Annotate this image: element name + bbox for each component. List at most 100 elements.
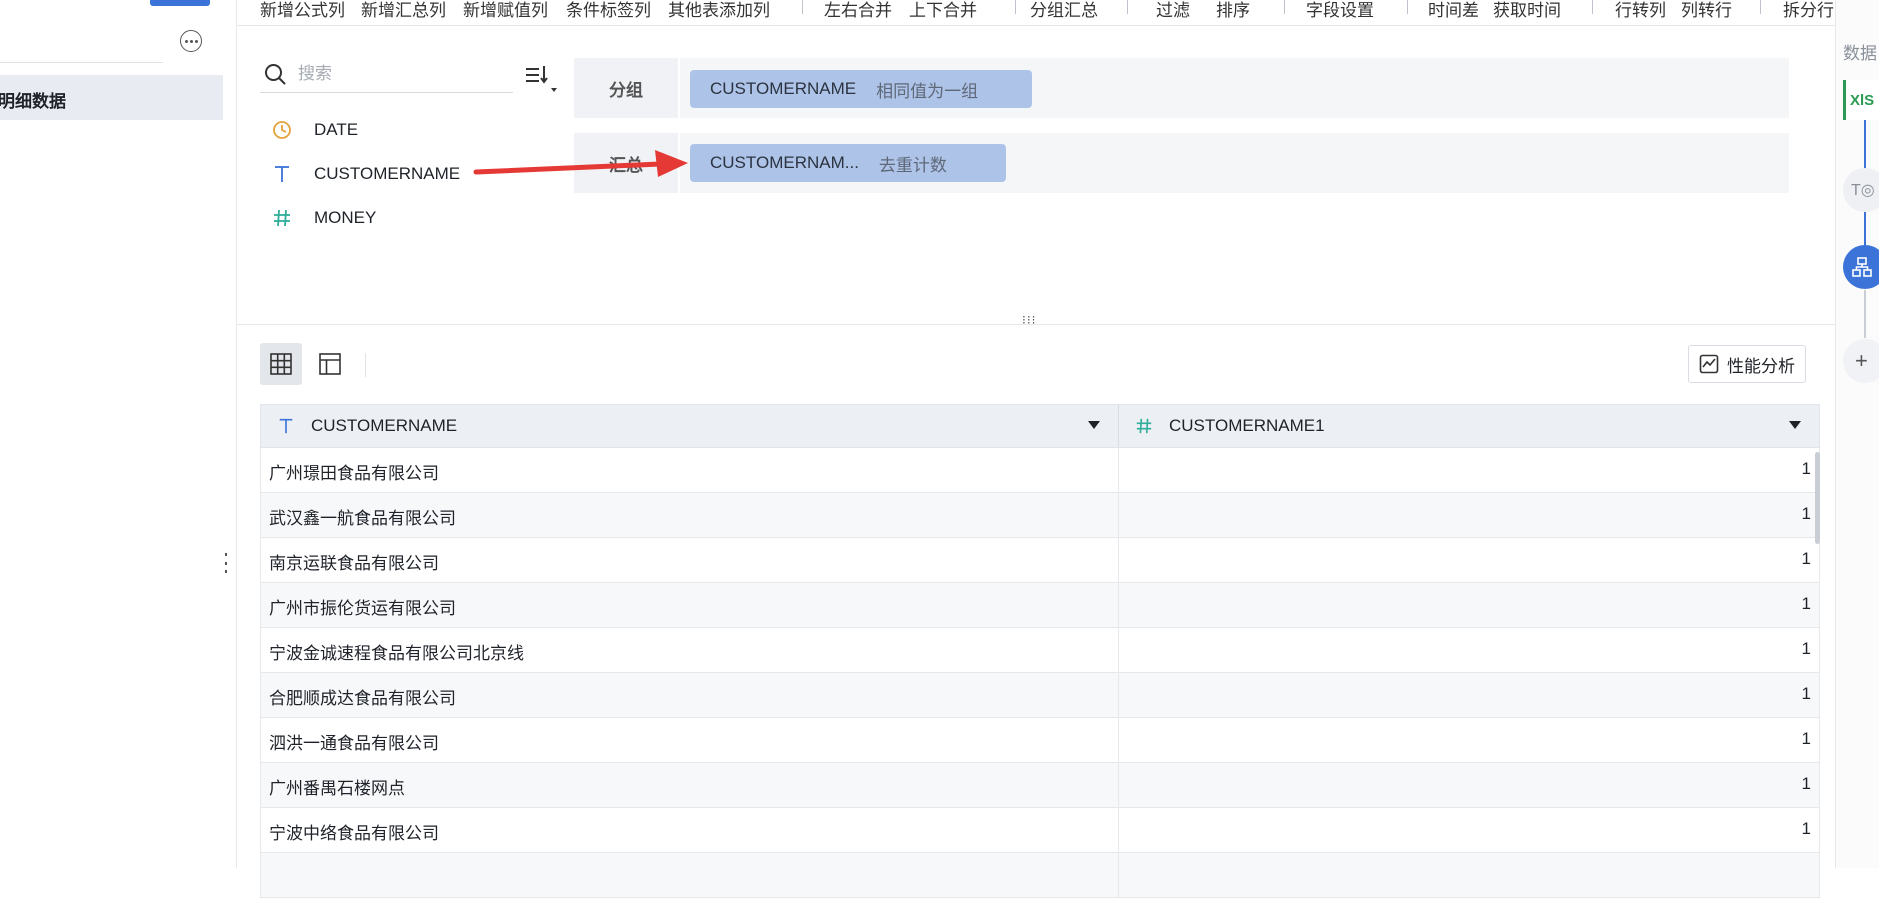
grid-view-button[interactable] (260, 343, 302, 385)
column-header-customername[interactable]: CUSTOMERNAME (261, 405, 1118, 447)
table-scrollbar[interactable] (1815, 452, 1820, 544)
toolbar-split-rows-columns[interactable]: 拆分行列 (1783, 0, 1835, 21)
view-toggle-separator (365, 353, 366, 377)
performance-analysis-label: 性能分析 (1727, 356, 1795, 376)
performance-chart-icon (1699, 354, 1719, 374)
sidebar-item-label: 明细数据 (0, 92, 66, 111)
cell-customername: 广州市振伦货运有限公司 (269, 599, 456, 618)
summary-config-row: 汇总 CUSTOMERNAM... 去重计数 (574, 133, 1789, 193)
group-label: 分组 (574, 58, 680, 118)
toolbar-row-to-column[interactable]: 行转列 (1615, 0, 1666, 21)
toolbar-filter[interactable]: 过滤 (1156, 0, 1190, 21)
panel-splitter[interactable] (237, 324, 1835, 325)
left-sidebar (0, 0, 237, 868)
layout-view-button[interactable] (309, 343, 351, 385)
splitter-drag-handle[interactable]: ⁝⁝⁝ (1022, 314, 1036, 326)
table-header: CUSTOMERNAME CUSTOMERNAME1 (260, 404, 1820, 448)
table-row: 宁波金诚速程食品有限公司北京线 1 (260, 628, 1820, 673)
cell-customername: 武汉鑫一航食品有限公司 (269, 509, 456, 528)
toolbar-separator (1407, 0, 1408, 14)
column-dropdown-icon[interactable] (1088, 421, 1100, 429)
summary-field-desc: 去重计数 (878, 155, 947, 175)
grid-view-icon (270, 353, 292, 375)
sidebar-resize-handle[interactable] (224, 553, 228, 573)
cell-customername1: 1 (1801, 504, 1811, 523)
summary-field-name: CUSTOMERNAM... (710, 153, 859, 172)
top-toolbar: 新增公式列 新增汇总列 新增赋值列 条件标签列 其他表添加列 左右合并 上下合并… (237, 0, 1835, 26)
summary-field-pill[interactable]: CUSTOMERNAM... 去重计数 (690, 144, 1006, 182)
table-row: 泗洪一通食品有限公司 1 (260, 718, 1820, 763)
text-type-icon (277, 417, 297, 435)
field-name: MONEY (314, 208, 377, 227)
column-header-customername1[interactable]: CUSTOMERNAME1 (1119, 405, 1819, 447)
toolbar-time-diff[interactable]: 时间差 (1428, 0, 1479, 21)
clock-icon (272, 120, 300, 140)
cell-customername1: 1 (1801, 459, 1811, 478)
sidebar-top-button[interactable] (150, 0, 210, 6)
cell-customername: 泗洪一通食品有限公司 (269, 734, 439, 753)
toolbar-get-time[interactable]: 获取时间 (1493, 0, 1561, 21)
cell-customername: 宁波金诚速程食品有限公司北京线 (269, 644, 524, 663)
cell-customername1: 1 (1801, 549, 1811, 568)
toolbar-add-summary-column[interactable]: 新增汇总列 (361, 0, 446, 21)
toolbar-add-formula-column[interactable]: 新增公式列 (260, 0, 345, 21)
group-summary-step-icon[interactable] (1843, 245, 1879, 289)
group-field-pill[interactable]: CUSTOMERNAME 相同值为一组 (690, 70, 1032, 108)
cell-customername1: 1 (1801, 729, 1811, 748)
field-item-customername[interactable]: CUSTOMERNAME (272, 159, 460, 189)
table-row: 广州番禺石楼网点 1 (260, 763, 1820, 808)
rail-connector (1864, 212, 1866, 246)
toolbar-group-summary[interactable]: 分组汇总 (1030, 0, 1098, 21)
right-rail (1835, 0, 1879, 868)
cell-customername1: 1 (1801, 594, 1811, 613)
layout-view-icon (319, 353, 341, 375)
toolbar-separator (1015, 0, 1016, 14)
xls-source-icon[interactable]: XlS (1843, 80, 1879, 120)
toolbar-merge-vertical[interactable]: 上下合并 (909, 0, 977, 21)
rail-connector (1864, 120, 1866, 170)
cell-customername: 合肥顺成达食品有限公司 (269, 689, 456, 708)
toolbar-field-settings[interactable]: 字段设置 (1306, 0, 1374, 21)
field-item-money[interactable]: MONEY (272, 203, 376, 233)
toolbar-merge-horizontal[interactable]: 左右合并 (824, 0, 892, 21)
field-name: DATE (314, 120, 359, 139)
toolbar-separator (1592, 0, 1593, 14)
add-step-icon[interactable]: + (1843, 339, 1879, 383)
field-settings-step-icon[interactable]: T◎ (1843, 168, 1879, 212)
column-dropdown-icon[interactable] (1789, 421, 1801, 429)
rail-connector (1864, 290, 1866, 338)
toolbar-separator (802, 0, 803, 14)
rail-data-label: 数据 (1843, 44, 1877, 63)
toolbar-separator (1760, 0, 1761, 14)
table-row: 合肥顺成达食品有限公司 1 (260, 673, 1820, 718)
cell-customername1: 1 (1801, 819, 1811, 838)
search-underline (260, 92, 513, 93)
sidebar-input-underline (0, 62, 163, 63)
toolbar-separator (1284, 0, 1285, 14)
toolbar-add-assign-column[interactable]: 新增赋值列 (463, 0, 548, 21)
more-options-icon[interactable] (180, 30, 202, 52)
sort-fields-icon[interactable] (524, 64, 560, 98)
toolbar-column-to-row[interactable]: 列转行 (1681, 0, 1732, 21)
cell-customername1: 1 (1801, 684, 1811, 703)
sidebar-item-detail-data[interactable]: 明细数据 (0, 75, 223, 120)
toolbar-separator (1127, 0, 1128, 14)
performance-analysis-button[interactable]: 性能分析 (1688, 345, 1806, 383)
cell-customername: 宁波中络食品有限公司 (269, 824, 439, 843)
field-item-date[interactable]: DATE (272, 115, 358, 145)
group-config-row: 分组 CUSTOMERNAME 相同值为一组 (574, 58, 1789, 118)
toolbar-other-table-add-column[interactable]: 其他表添加列 (668, 0, 770, 21)
cell-customername1: 1 (1801, 774, 1811, 793)
toolbar-condition-label-column[interactable]: 条件标签列 (566, 0, 651, 21)
table-row: 广州市振伦货运有限公司 1 (260, 583, 1820, 628)
field-search-input[interactable] (298, 62, 512, 86)
toolbar-sort[interactable]: 排序 (1216, 0, 1250, 21)
cell-customername: 广州番禺石楼网点 (269, 779, 405, 798)
table-row (260, 853, 1820, 898)
table-row: 南京运联食品有限公司 1 (260, 538, 1820, 583)
group-field-name: CUSTOMERNAME (710, 79, 857, 98)
hash-icon (1135, 417, 1155, 435)
column-header-label: CUSTOMERNAME (311, 416, 458, 435)
table-row: 宁波中络食品有限公司 1 (260, 808, 1820, 853)
search-icon (265, 64, 286, 85)
